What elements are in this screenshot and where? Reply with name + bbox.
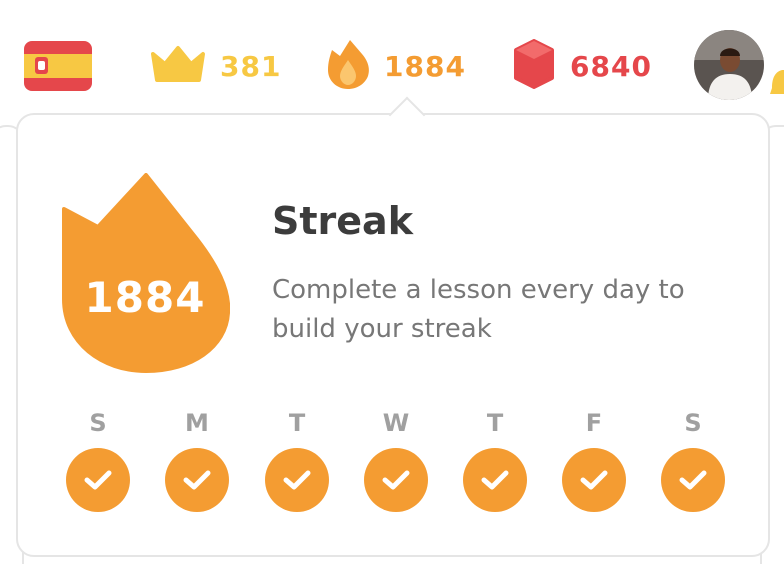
checkmark-icon <box>364 448 428 512</box>
streak-count: 1884 <box>384 49 466 83</box>
large-flame-icon: 1884 <box>62 173 231 373</box>
crown-icon <box>150 44 206 88</box>
week-streak-tracker: S M T W T F S <box>48 405 748 525</box>
day-friday: F <box>561 405 627 525</box>
checkmark-icon <box>265 448 329 512</box>
day-tuesday: T <box>264 405 330 525</box>
day-letter: S <box>684 409 702 437</box>
popover-title: Streak <box>272 199 413 243</box>
day-letter: S <box>89 409 107 437</box>
checkmark-icon <box>562 448 626 512</box>
popover-description: Complete a lesson every day to build you… <box>272 275 685 344</box>
gems-count: 6840 <box>570 49 652 83</box>
app-frame: 381 1884 6840 1884 Streak Complete a les… <box>0 0 784 564</box>
day-letter: T <box>288 409 306 437</box>
day-thursday: T <box>462 405 528 525</box>
spain-flag-icon[interactable] <box>24 41 92 91</box>
day-saturday: S <box>660 405 726 525</box>
bell-icon[interactable] <box>770 68 784 98</box>
day-sunday: S <box>65 405 131 525</box>
day-letter: F <box>585 409 603 437</box>
day-letter: T <box>486 409 504 437</box>
day-wednesday: W <box>363 405 429 525</box>
day-monday: M <box>164 405 230 525</box>
crowns-counter[interactable]: 381 <box>150 38 281 94</box>
streak-popover: 1884 Streak Complete a lesson every day … <box>16 96 770 557</box>
flame-icon <box>326 38 370 94</box>
streak-count-large: 1884 <box>84 273 206 322</box>
day-letter: M <box>185 409 209 437</box>
streak-counter[interactable]: 1884 <box>326 38 466 94</box>
gems-counter[interactable]: 6840 <box>512 38 652 94</box>
user-avatar[interactable] <box>694 30 764 100</box>
checkmark-icon <box>66 448 130 512</box>
day-letter: W <box>382 409 410 437</box>
gem-icon <box>512 39 556 93</box>
checkmark-icon <box>165 448 229 512</box>
checkmark-icon <box>463 448 527 512</box>
crowns-count: 381 <box>220 49 282 83</box>
top-bar: 381 1884 6840 <box>0 0 784 110</box>
checkmark-icon <box>661 448 725 512</box>
